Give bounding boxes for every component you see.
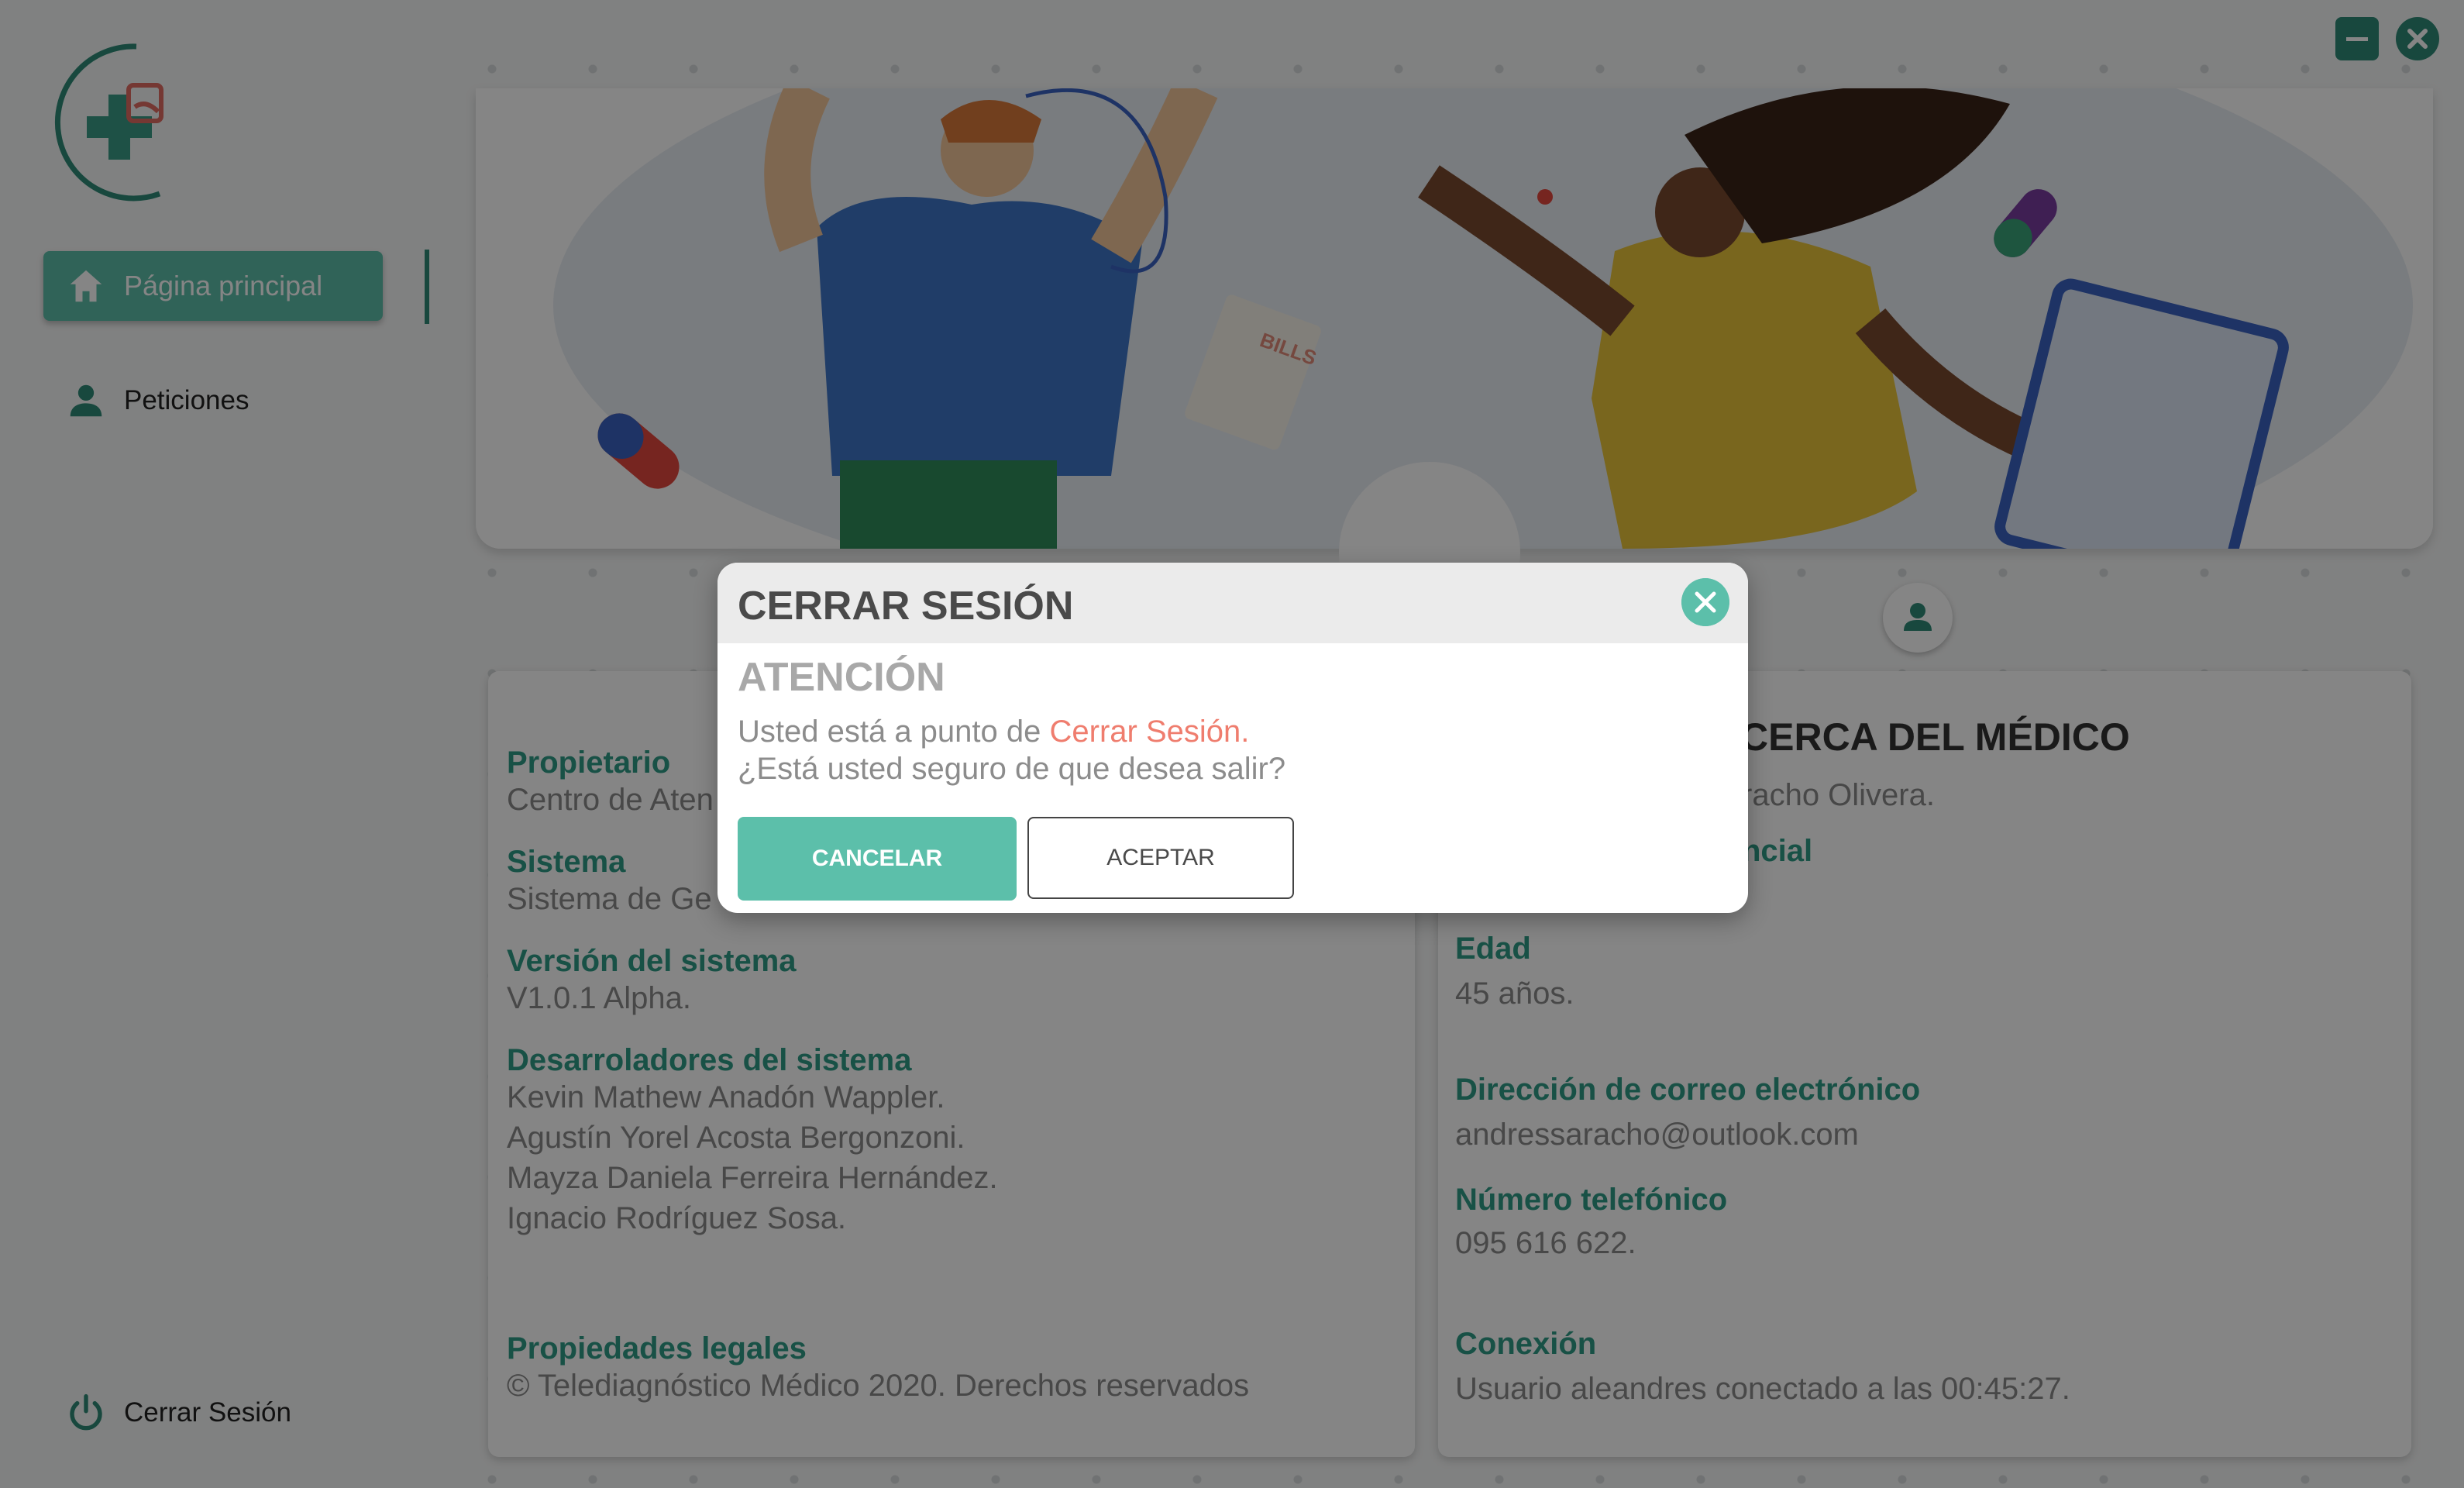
dialog-message-line-1: Usted está a punto de Cerrar Sesión.: [738, 715, 1249, 749]
cancel-button[interactable]: CANCELAR: [738, 817, 1017, 901]
dialog-subtitle: ATENCIÓN: [738, 655, 945, 700]
close-icon[interactable]: [1681, 578, 1729, 626]
message-highlight: Cerrar Sesión: [1049, 715, 1241, 749]
logout-dialog: CERRAR SESIÓN ATENCIÓN Usted está a punt…: [718, 563, 1748, 913]
dialog-message-line-2: ¿Está usted seguro de que desea salir?: [738, 752, 1286, 786]
message-prefix: Usted está a punto de: [738, 715, 1050, 749]
accept-button[interactable]: ACEPTAR: [1027, 817, 1294, 899]
dialog-header: CERRAR SESIÓN: [718, 563, 1748, 643]
dialog-title: CERRAR SESIÓN: [738, 584, 1074, 629]
message-suffix: .: [1241, 715, 1250, 749]
